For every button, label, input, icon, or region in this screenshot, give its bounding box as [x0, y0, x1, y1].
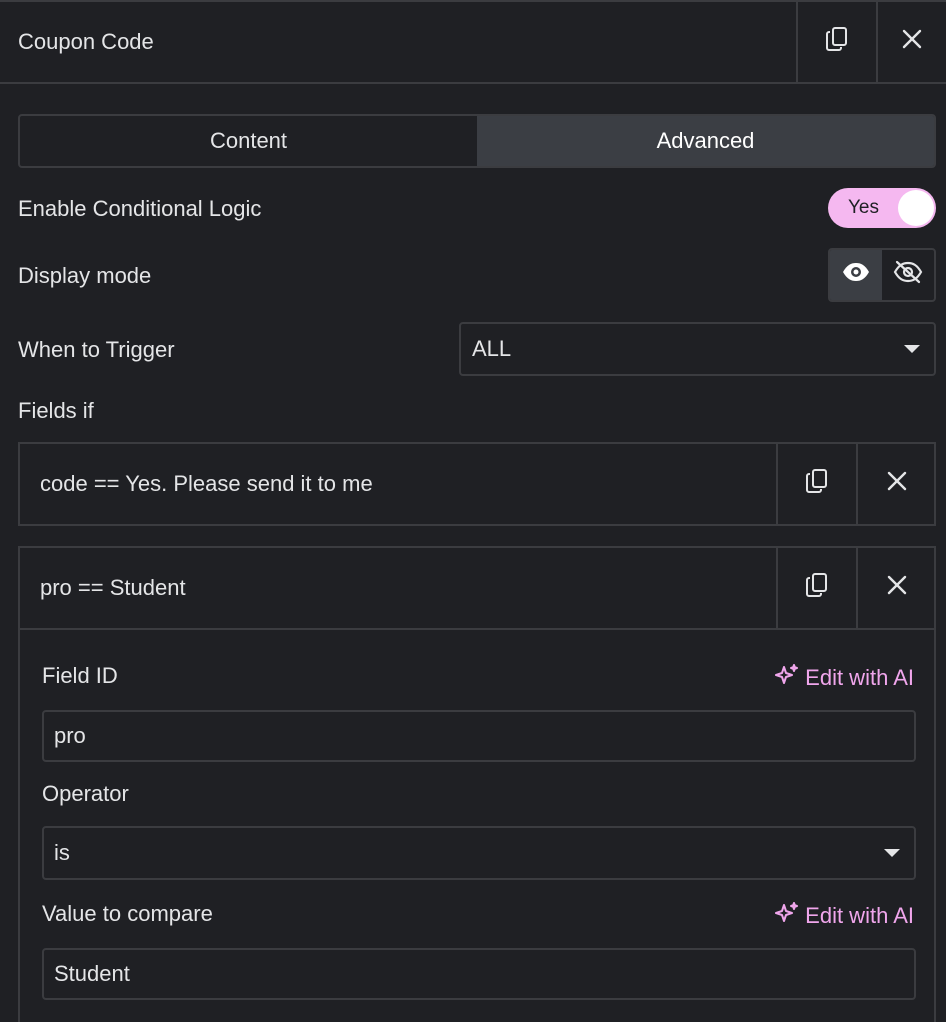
copy-icon: [805, 572, 829, 604]
duplicate-rule-button[interactable]: [776, 444, 856, 524]
eye-icon: [842, 262, 870, 288]
toggle-state-label: Yes: [848, 197, 879, 218]
chevron-down-icon: [884, 849, 900, 857]
operator-value: is: [54, 840, 70, 865]
field-id-ai-button[interactable]: Edit with AI: [775, 663, 914, 693]
fields-if-label: Fields if: [18, 398, 94, 423]
chevron-down-icon: [904, 345, 920, 353]
close-icon: [887, 575, 907, 601]
trigger-value: ALL: [472, 336, 512, 361]
field-id-label: Field ID: [42, 663, 118, 688]
tab-content[interactable]: Content: [20, 116, 477, 166]
display-mode-label: Display mode: [18, 263, 152, 288]
close-icon: [887, 471, 907, 497]
sparkle-icon: [775, 901, 799, 931]
compare-value-input[interactable]: Student: [42, 948, 916, 1000]
compare-ai-button[interactable]: Edit with AI: [775, 901, 914, 931]
conditional-logic-toggle[interactable]: Yes: [828, 188, 936, 228]
field-id-input[interactable]: pro: [42, 710, 916, 762]
rule-title: pro == Student: [40, 575, 186, 600]
field-id-value: pro: [54, 723, 86, 748]
rule-editor: Field ID Edit with AI pro Operator is Va…: [18, 628, 936, 1022]
show-mode-button[interactable]: [830, 250, 882, 300]
operator-label: Operator: [42, 781, 129, 806]
edit-with-ai-label: Edit with AI: [805, 903, 914, 928]
conditional-logic-label: Enable Conditional Logic: [18, 196, 262, 221]
panel-title: Coupon Code: [18, 29, 154, 54]
operator-select[interactable]: is: [42, 826, 916, 880]
remove-rule-button[interactable]: [856, 444, 936, 524]
rule-item[interactable]: pro == Student: [18, 546, 936, 630]
sparkle-icon: [775, 663, 799, 693]
compare-label: Value to compare: [42, 901, 213, 926]
duplicate-rule-button[interactable]: [776, 548, 856, 628]
trigger-label: When to Trigger: [18, 337, 175, 362]
hide-mode-button[interactable]: [882, 250, 934, 300]
trigger-select[interactable]: ALL: [459, 322, 936, 376]
toggle-knob: [898, 190, 934, 226]
tab-bar: Content Advanced: [18, 114, 936, 168]
duplicate-button[interactable]: [796, 2, 876, 82]
rule-item[interactable]: code == Yes. Please send it to me: [18, 442, 936, 526]
close-icon: [902, 29, 922, 55]
copy-icon: [825, 26, 849, 58]
close-button[interactable]: [876, 2, 946, 82]
eye-off-icon: [893, 260, 923, 290]
panel-header: Coupon Code: [0, 0, 946, 84]
remove-rule-button[interactable]: [856, 548, 936, 628]
copy-icon: [805, 468, 829, 500]
edit-with-ai-label: Edit with AI: [805, 665, 914, 690]
rule-title: code == Yes. Please send it to me: [40, 471, 373, 496]
compare-value: Student: [54, 961, 130, 986]
tab-advanced[interactable]: Advanced: [477, 116, 934, 166]
display-mode-group: [828, 248, 936, 302]
